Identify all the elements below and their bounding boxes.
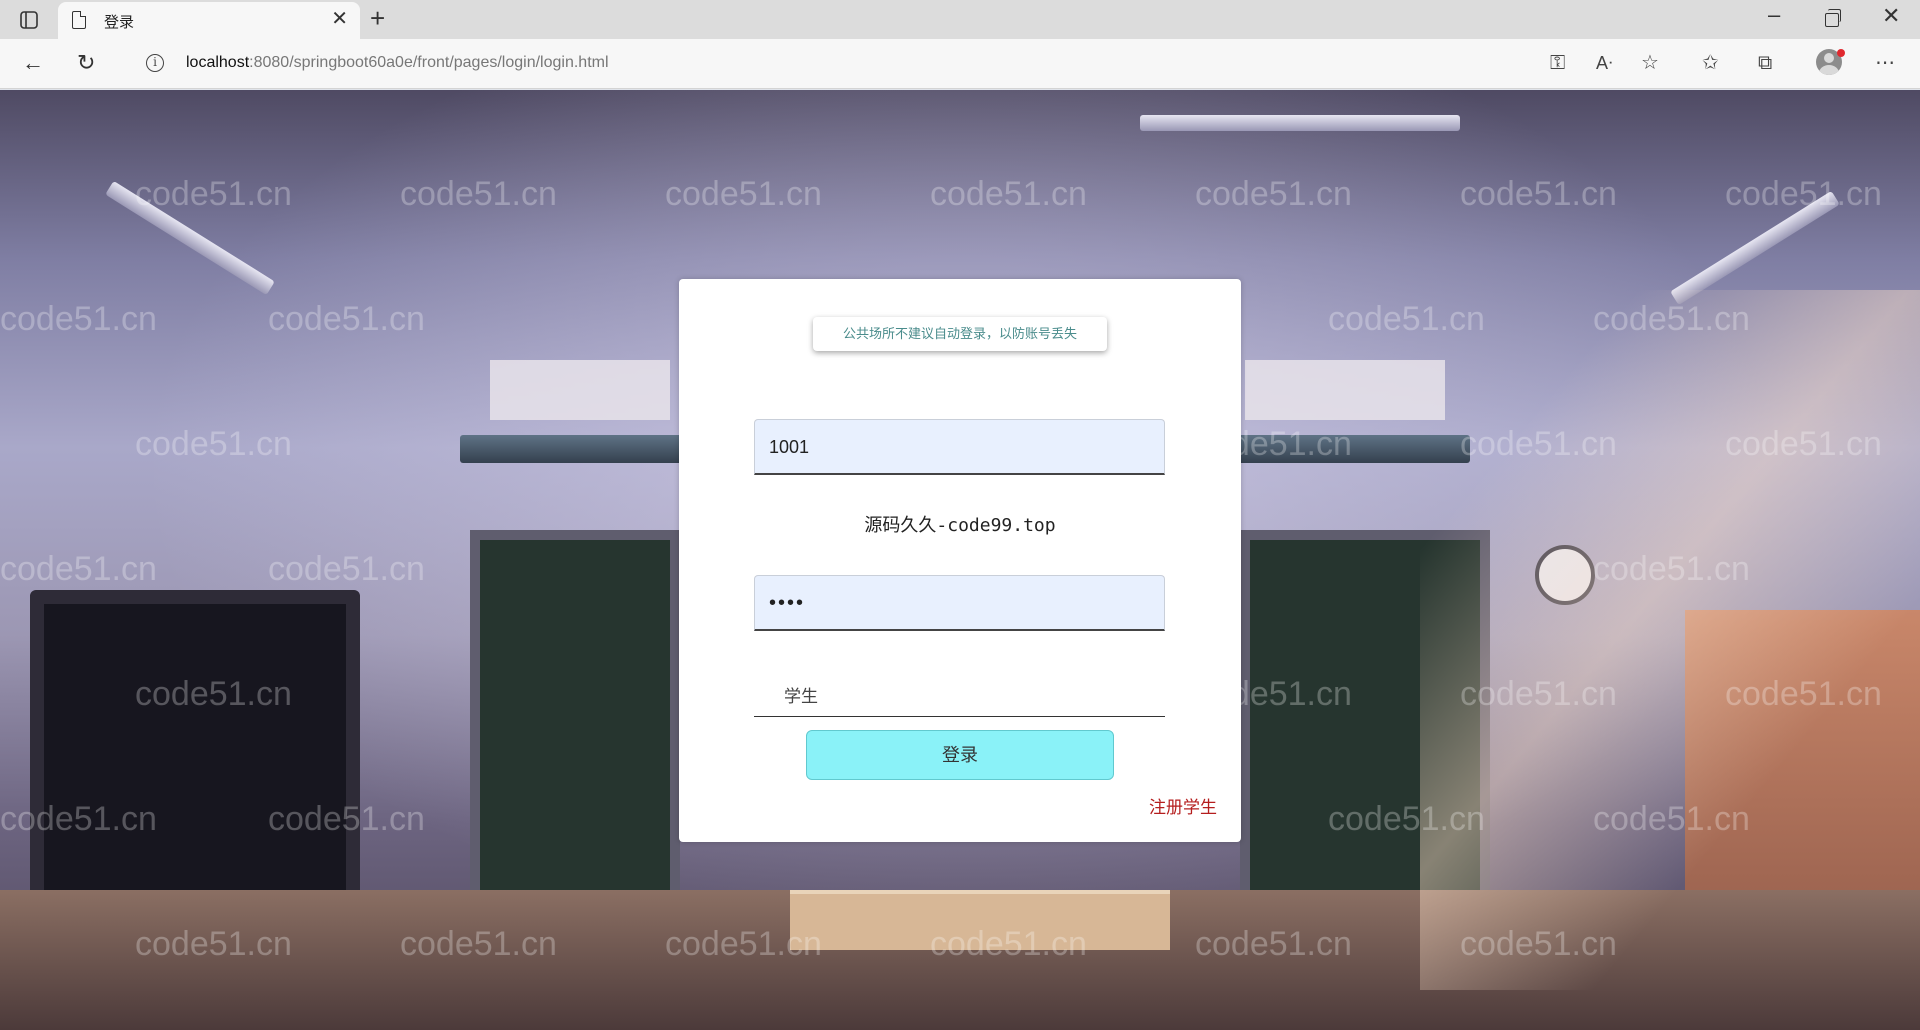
minimize-icon[interactable]: – [1768,2,1780,28]
register-student-link[interactable]: 注册学生 [1149,793,1217,818]
notification-dot [1837,49,1845,57]
ceiling-lamp [1140,115,1460,131]
reload-icon[interactable]: ↻ [77,49,95,77]
brand-text: 源码久久-code99.top [864,515,1056,536]
auto-login-tip: 公共场所不建议自动登录，以防账号丢失 [813,317,1107,351]
restore-icon[interactable] [1825,9,1841,27]
blackboard [470,530,680,950]
url-text[interactable]: localhost:8080/springboot60a0e/front/pag… [186,54,609,72]
desk [790,890,1170,950]
television [30,590,360,930]
more-options-icon[interactable]: ⋯ [1875,51,1895,75]
tab-title: 登录 [104,14,135,31]
role-select[interactable]: 学生 [754,677,1165,717]
page-icon [72,11,86,29]
back-icon[interactable]: ← [22,49,44,77]
window-close-icon[interactable]: ✕ [1882,3,1900,29]
password-input[interactable]: •••• [754,575,1165,631]
close-tab-icon[interactable]: ✕ [331,9,348,29]
browser-tab[interactable]: 登录 ✕ [58,2,360,39]
site-info-icon[interactable]: i [146,54,164,72]
username-input[interactable]: 1001 [754,419,1165,475]
read-aloud-icon[interactable]: Aᐧ [1596,51,1613,75]
wall-banner [490,360,670,420]
key-icon[interactable]: ⚿ [1550,51,1565,75]
url-path: :8080/springboot60a0e/front/pages/login/… [249,54,609,71]
url-box[interactable]: i localhost:8080/springboot60a0e/front/p… [130,45,1696,82]
login-card: 公共场所不建议自动登录，以防账号丢失 1001 源码久久-code99.top … [679,279,1241,842]
url-host: localhost [186,54,250,71]
tab-bar: 登录 ✕ + – ✕ [0,0,1920,39]
sunlight [1420,290,1920,990]
favorites-icon[interactable]: ✩ [1702,51,1719,75]
add-favorite-icon[interactable]: ☆ [1641,51,1659,75]
new-tab-icon[interactable]: + [370,5,385,31]
collections-icon[interactable]: ⧉ [1758,51,1772,75]
login-button[interactable]: 登录 [806,730,1114,780]
wall-banner [1245,360,1445,420]
address-bar: ← ↻ i localhost:8080/springboot60a0e/fro… [0,39,1920,89]
tab-actions-icon[interactable] [17,8,41,32]
